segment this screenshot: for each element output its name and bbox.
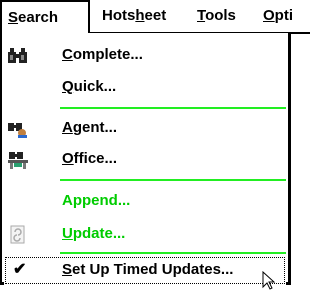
menu-tools-mnemonic: T <box>197 7 206 24</box>
menu-divider <box>60 179 286 181</box>
menu-item-office[interactable]: Office... <box>2 145 288 174</box>
menu-options-label: pti <box>274 7 293 24</box>
checkmark-icon: ✔ <box>13 261 27 278</box>
menu-item-agent[interactable]: Agent... <box>2 114 288 143</box>
menu-item-quick-label: Quick... <box>62 78 117 95</box>
menu-options-mnemonic: O <box>263 7 275 24</box>
menu-tools-label: ools <box>205 7 236 24</box>
menu-item-set-up-timed-updates-label: Set Up Timed Updates... <box>62 261 234 278</box>
menu-item-update-label: Update... <box>62 225 126 242</box>
agent-binoculars-icon <box>6 119 30 139</box>
menu-search-label: earch <box>18 9 59 26</box>
menu-item-complete-label: Complete... <box>62 46 143 63</box>
menu-hotsheet[interactable]: Hotsheet <box>102 0 166 32</box>
menu-item-append-label: Append... <box>62 192 131 209</box>
menu-item-quick[interactable]: Quick... <box>2 73 288 102</box>
menu-item-update[interactable]: Update... <box>2 220 288 249</box>
menu-item-agent-label: Agent... <box>62 119 118 136</box>
menu-item-complete[interactable]: Complete... <box>2 41 288 70</box>
search-dropdown-menu: Complete... Quick... Agent... Office... … <box>0 33 291 285</box>
office-binoculars-icon <box>6 150 30 170</box>
menu-divider <box>60 107 286 109</box>
menu-divider <box>60 252 286 254</box>
menu-options[interactable]: Opti <box>263 0 293 32</box>
menu-item-set-up-timed-updates[interactable]: ✔ Set Up Timed Updates... <box>4 256 286 285</box>
binoculars-icon <box>6 46 30 66</box>
mouse-cursor-icon <box>262 270 276 290</box>
menu-item-office-label: Office... <box>62 150 118 167</box>
menu-hotsheet-label-post: eet <box>144 7 167 24</box>
menu-bar: Search Hotsheet Tools Opti <box>0 0 310 34</box>
update-document-icon <box>6 225 30 245</box>
menu-tools[interactable]: Tools <box>197 0 236 32</box>
menu-item-append[interactable]: Append... <box>2 187 288 216</box>
menu-hotsheet-label-pre: Hots <box>102 7 136 24</box>
menu-search[interactable]: Search <box>0 0 90 34</box>
menu-hotsheet-mnemonic: h <box>135 7 145 24</box>
menu-search-mnemonic: S <box>8 9 19 26</box>
